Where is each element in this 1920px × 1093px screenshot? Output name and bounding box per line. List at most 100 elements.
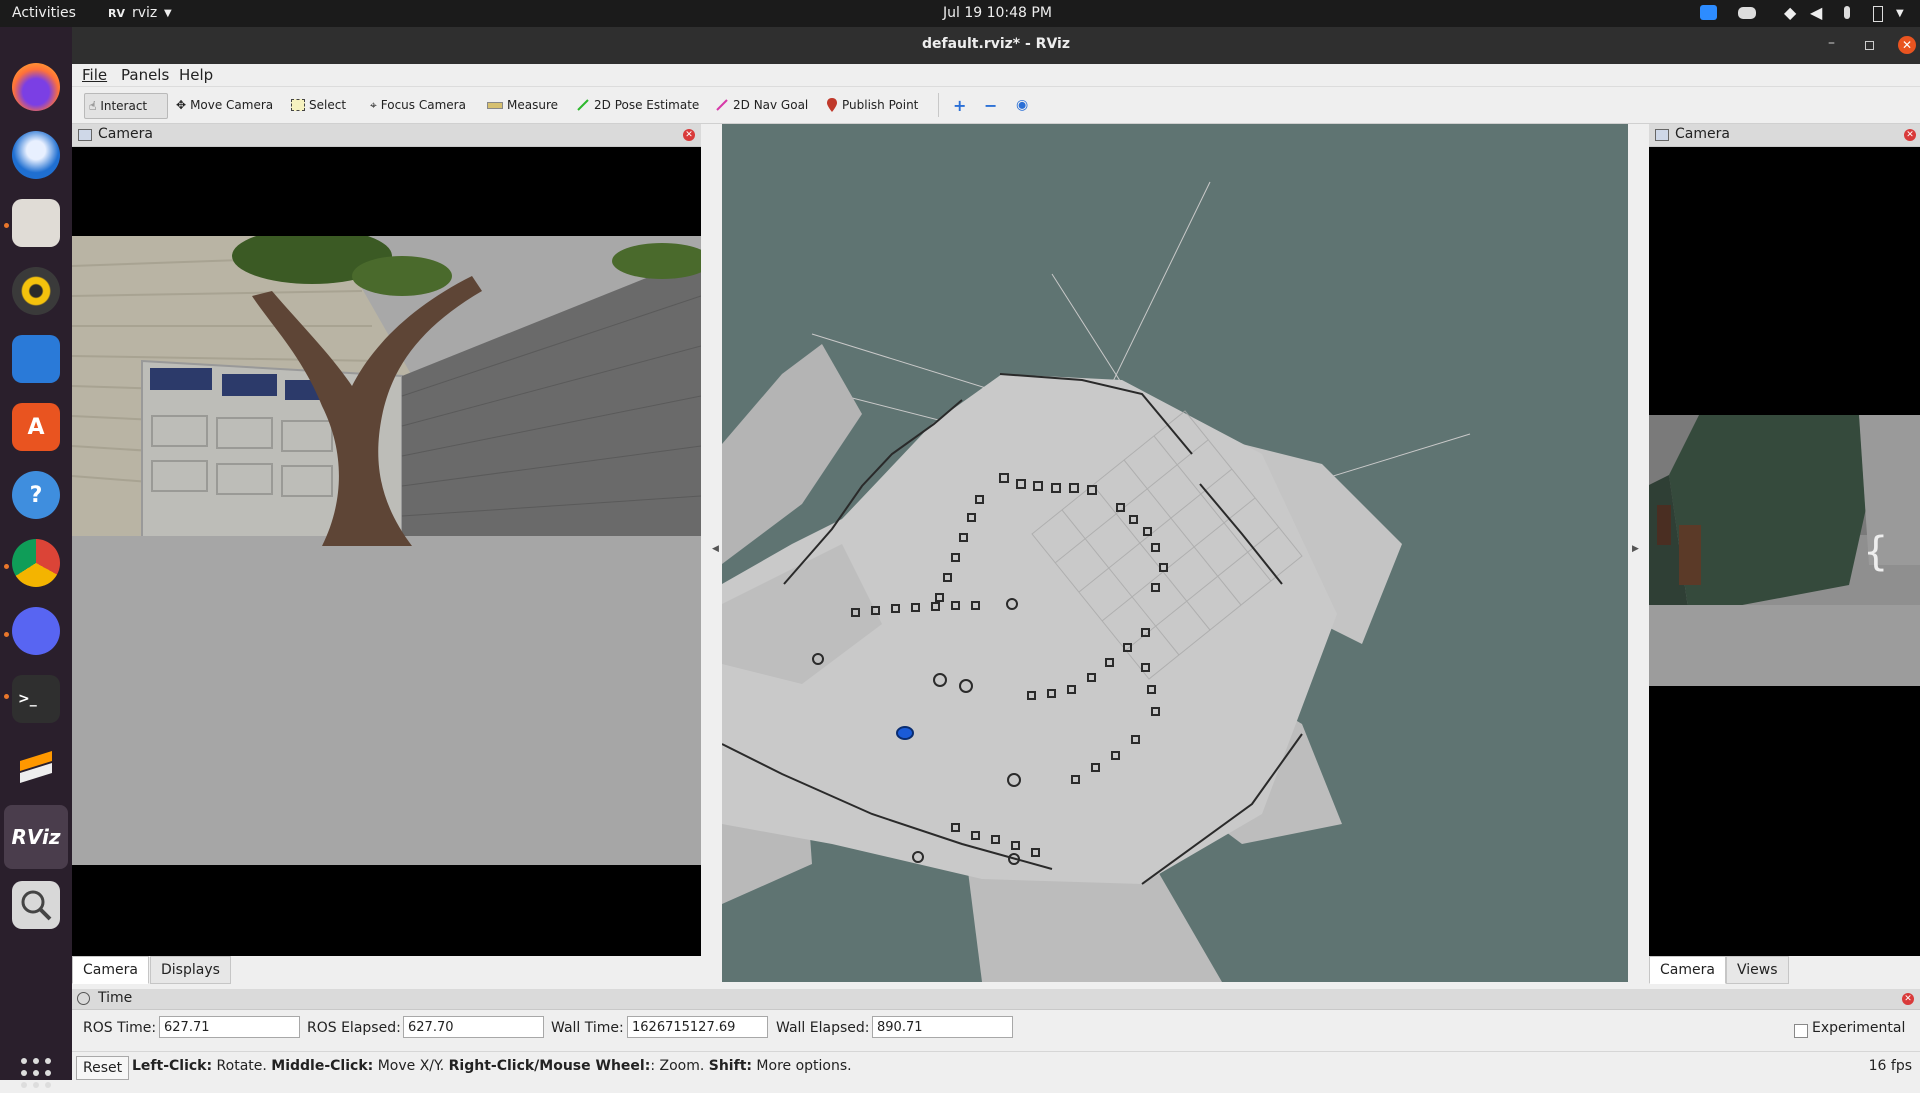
right-camera-panel-header[interactable]: Camera ✕ [1649, 124, 1920, 147]
reset-button[interactable]: Reset [76, 1056, 130, 1080]
discord-icon[interactable] [12, 607, 60, 655]
pose-estimate-tool-button[interactable]: 2D Pose Estimate [572, 93, 703, 117]
zoom-tray-icon[interactable] [1700, 5, 1717, 20]
ros-elapsed-label: ROS Elapsed: [307, 1020, 401, 1036]
running-indicator [4, 564, 9, 569]
map-pin-icon [827, 98, 837, 112]
tab-displays[interactable]: Displays [150, 956, 231, 984]
focus-camera-tool-button[interactable]: ⌖ Focus Camera [366, 93, 470, 117]
clock-icon [77, 992, 90, 1005]
measure-label: Measure [507, 98, 558, 112]
right-camera-panel-title: Camera [1675, 126, 1730, 142]
status-hint: Left-Click: Rotate. Middle-Click: Move X… [132, 1058, 852, 1074]
menu-help[interactable]: Help [179, 66, 213, 84]
chevron-down-icon: ▼ [164, 8, 172, 19]
volume-icon[interactable]: ◀ [1810, 3, 1822, 22]
tab-views[interactable]: Views [1726, 956, 1789, 984]
discord-tray-icon[interactable] [1738, 7, 1756, 19]
show-applications-icon[interactable] [20, 1057, 52, 1089]
hint-shift: More options. [751, 1058, 852, 1074]
window-titlebar[interactable]: default.rviz* - RViz – ✕ [72, 27, 1920, 64]
right-splitter[interactable]: ▶ [1628, 124, 1649, 982]
ros-time-label: ROS Time: [83, 1020, 157, 1036]
interact-tool-button[interactable]: ☝ Interact [84, 93, 168, 119]
wifi-icon[interactable]: ◆ [1784, 3, 1796, 22]
camera-image-right[interactable]: { [1649, 415, 1920, 686]
svg-text:{: { [1863, 529, 1888, 575]
running-indicator [4, 632, 9, 637]
pose-estimate-label: 2D Pose Estimate [594, 98, 700, 112]
writer-icon[interactable] [12, 335, 60, 383]
select-tool-button[interactable]: Select [287, 93, 350, 117]
magnifier-icon[interactable] [12, 881, 60, 929]
ros-time-field[interactable]: 627.71 [159, 1016, 300, 1038]
tool-properties-eye-icon[interactable]: ◉ [1012, 93, 1032, 117]
chrome-icon[interactable] [12, 539, 60, 587]
hint-left-key: Left-Click: [132, 1058, 213, 1074]
select-box-icon [291, 99, 305, 111]
measure-tool-button[interactable]: Measure [483, 93, 562, 117]
close-panel-icon[interactable]: ✕ [1904, 129, 1916, 141]
clock[interactable]: Jul 19 10:48 PM [943, 5, 1052, 21]
collapse-right-icon[interactable]: ▶ [1632, 544, 1639, 554]
focus-camera-label: Focus Camera [380, 98, 466, 112]
remove-tool-icon[interactable]: − [980, 93, 1001, 117]
toolbar-separator [938, 93, 939, 117]
green-arrow-icon [577, 99, 589, 111]
wall-elapsed-field[interactable]: 890.71 [872, 1016, 1013, 1038]
occupancy-map [722, 181, 1471, 982]
sublime-icon[interactable] [12, 743, 60, 791]
camera-panel-icon [78, 129, 92, 141]
hint-right-key: Right-Click/Mouse Wheel: [448, 1058, 651, 1074]
menu-panels[interactable]: Panels [121, 66, 169, 84]
crosshair-icon: ⌖ [370, 97, 377, 112]
left-camera-panel-header[interactable]: Camera ✕ [72, 124, 701, 147]
maximize-icon[interactable] [1865, 41, 1874, 50]
firefox-icon[interactable] [12, 63, 60, 111]
left-splitter[interactable]: ◀ [701, 124, 722, 982]
rhythmbox-icon[interactable] [12, 267, 60, 315]
nav-goal-tool-button[interactable]: 2D Nav Goal [711, 93, 812, 117]
time-panel-title: Time [98, 990, 133, 1006]
activities-button[interactable]: Activities [12, 5, 76, 21]
ros-elapsed-field[interactable]: 627.70 [403, 1016, 544, 1038]
wall-time-field[interactable]: 1626715127.69 [627, 1016, 768, 1038]
hint-right: : Zoom. [650, 1058, 709, 1074]
tab-camera-left[interactable]: Camera [72, 956, 149, 984]
thunderbird-icon[interactable] [12, 131, 60, 179]
minimize-icon[interactable]: – [1828, 35, 1835, 51]
hint-left: Rotate. [212, 1058, 272, 1074]
microphone-icon[interactable] [1844, 6, 1850, 19]
close-panel-icon[interactable]: ✕ [683, 129, 695, 141]
publish-point-tool-button[interactable]: Publish Point [822, 93, 922, 117]
software-center-icon[interactable]: A [12, 403, 60, 451]
rviz-icon[interactable]: RViz [11, 813, 60, 861]
files-icon[interactable] [12, 199, 60, 247]
close-panel-icon[interactable]: ✕ [1902, 993, 1914, 1005]
wall-elapsed-label: Wall Elapsed: [776, 1020, 870, 1036]
battery-icon[interactable] [1873, 6, 1883, 22]
tab-camera-right[interactable]: Camera [1649, 956, 1726, 984]
3d-render-viewport[interactable] [722, 124, 1628, 982]
menu-file[interactable]: File [82, 66, 107, 84]
collapse-left-icon[interactable]: ◀ [712, 544, 719, 554]
app-menu[interactable]: rviz [132, 5, 157, 21]
experimental-label: Experimental [1812, 1020, 1906, 1036]
select-label: Select [309, 98, 347, 112]
help-icon[interactable]: ? [12, 471, 60, 519]
terminal-icon[interactable]: >_ [12, 675, 60, 723]
camera-image-left[interactable] [72, 236, 701, 865]
add-tool-icon[interactable]: + [949, 93, 970, 117]
interact-label: Interact [100, 99, 148, 113]
time-panel-header[interactable]: Time ✕ [72, 989, 1920, 1010]
wall-time-label: Wall Time: [551, 1020, 624, 1036]
move-camera-tool-button[interactable]: ✥ Move Camera [172, 93, 277, 117]
sublime-icon-glyph [20, 751, 52, 783]
fps-counter: 16 fps [1868, 1058, 1912, 1074]
menu-bar: File Panels Help [72, 64, 1920, 87]
terminal-icon-label: >_ [18, 691, 37, 707]
experimental-checkbox[interactable] [1794, 1024, 1808, 1038]
move-camera-label: Move Camera [190, 98, 274, 112]
system-menu-chevron-icon[interactable]: ▼ [1896, 8, 1904, 19]
close-window-icon[interactable]: ✕ [1898, 36, 1916, 54]
